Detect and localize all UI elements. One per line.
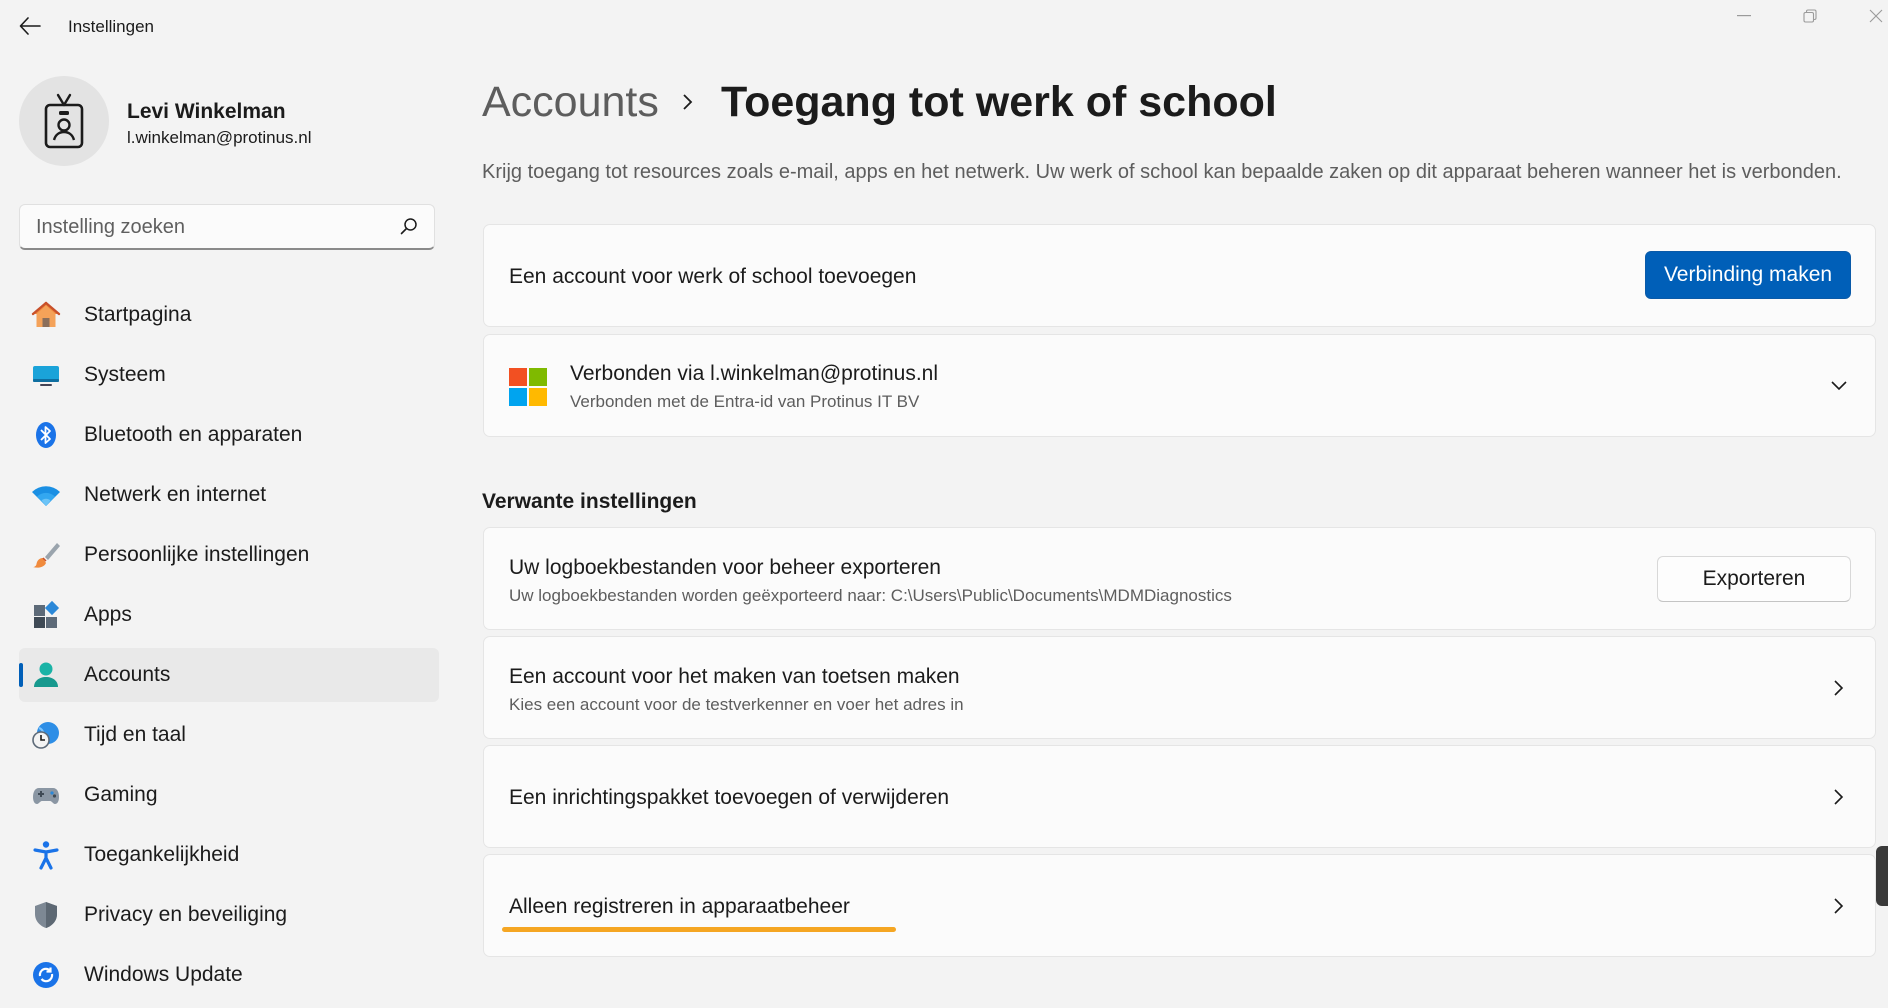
related-settings-heading: Verwante instellingen — [482, 490, 697, 513]
edge-handle — [1876, 846, 1888, 906]
provisioning-package-card[interactable]: Een inrichtingspakket toevoegen of verwi… — [483, 745, 1876, 848]
sidebar-item-label: Systeem — [84, 363, 166, 386]
arrow-left-icon — [19, 17, 41, 35]
home-icon — [31, 300, 61, 330]
sidebar-item-privacy[interactable]: Privacy en beveiliging — [19, 888, 439, 942]
sidebar-item-label: Accounts — [84, 663, 171, 686]
card-subtitle: Kies een account voor de testverkenner e… — [509, 695, 964, 714]
sidebar-nav: Startpagina Systeem Bluetooth en apparat… — [19, 288, 439, 1008]
sidebar-item-bluetooth[interactable]: Bluetooth en apparaten — [19, 408, 439, 462]
sidebar-item-label: Bluetooth en apparaten — [84, 423, 303, 446]
close-icon — [1869, 9, 1883, 23]
chevron-right-icon — [1829, 787, 1849, 807]
microsoft-logo-icon — [509, 368, 547, 406]
sidebar-item-systeem[interactable]: Systeem — [19, 348, 439, 402]
test-account-card[interactable]: Een account voor het maken van toetsen m… — [483, 636, 1876, 739]
restore-icon — [1803, 9, 1817, 23]
avatar — [19, 76, 109, 166]
sidebar-item-label: Persoonlijke instellingen — [84, 543, 310, 566]
accessibility-icon — [31, 840, 61, 870]
apps-icon — [31, 600, 61, 630]
sidebar-item-startpagina[interactable]: Startpagina — [19, 288, 439, 342]
search-icon[interactable] — [400, 217, 418, 235]
card-title: Alleen registreren in apparaatbeheer — [509, 895, 850, 918]
breadcrumb-parent[interactable]: Accounts — [482, 78, 659, 127]
wifi-icon — [31, 480, 61, 510]
user-profile[interactable]: Levi Winkelman l.winkelman@protinus.nl — [19, 76, 439, 172]
profile-name: Levi Winkelman — [127, 100, 286, 123]
sidebar-item-tijd-en-taal[interactable]: Tijd en taal — [19, 708, 439, 762]
windows-update-icon — [31, 960, 61, 990]
back-button[interactable] — [14, 10, 46, 42]
sidebar-item-label: Toegankelijkheid — [84, 843, 240, 866]
minimize-icon — [1737, 15, 1751, 17]
chevron-right-icon — [683, 94, 693, 110]
card-title: Verbonden via l.winkelman@protinus.nl — [570, 362, 939, 385]
system-icon — [31, 360, 61, 390]
card-subtitle: Uw logboekbestanden worden geëxporteerd … — [509, 586, 1232, 605]
restore-button[interactable] — [1790, 4, 1830, 28]
connect-button[interactable]: Verbinding maken — [1645, 251, 1851, 299]
sidebar-item-apps[interactable]: Apps — [19, 588, 439, 642]
card-title: Een inrichtingspakket toevoegen of verwi… — [509, 786, 950, 809]
sidebar-item-label: Netwerk en internet — [84, 483, 267, 506]
bluetooth-icon — [31, 420, 61, 450]
card-title: Een account voor werk of school toevoege… — [509, 265, 917, 288]
sidebar-item-toegankelijkheid[interactable]: Toegankelijkheid — [19, 828, 439, 882]
add-work-account-card: Een account voor werk of school toevoege… — [483, 224, 1876, 327]
chevron-down-icon[interactable] — [1829, 376, 1849, 396]
title-bar: Instellingen — [0, 0, 1888, 52]
export-button[interactable]: Exporteren — [1657, 556, 1851, 602]
sidebar-item-label: Privacy en beveiliging — [84, 903, 288, 926]
brush-icon — [31, 540, 61, 570]
sidebar-item-label: Startpagina — [84, 303, 192, 326]
highlight-underline — [502, 927, 896, 932]
gamepad-icon — [31, 780, 61, 810]
chevron-right-icon — [1829, 896, 1849, 916]
app-title: Instellingen — [68, 17, 155, 36]
sidebar-item-label: Windows Update — [84, 963, 243, 986]
export-logs-card: Uw logboekbestanden voor beheer exporter… — [483, 527, 1876, 630]
sidebar-item-label: Tijd en taal — [84, 723, 186, 746]
page-title: Toegang tot werk of school — [721, 78, 1277, 126]
id-badge-icon — [44, 93, 84, 149]
search-input[interactable] — [34, 205, 398, 249]
card-subtitle: Verbonden met de Entra-id van Protinus I… — [570, 392, 920, 411]
page-description: Krijg toegang tot resources zoals e-mail… — [482, 161, 1842, 183]
sidebar-item-windows-update[interactable]: Windows Update — [19, 948, 439, 1002]
sidebar-item-netwerk[interactable]: Netwerk en internet — [19, 468, 439, 522]
card-title: Een account voor het maken van toetsen m… — [509, 665, 960, 688]
sidebar-item-accounts[interactable]: Accounts — [19, 648, 439, 702]
sidebar-item-label: Apps — [84, 603, 132, 626]
chevron-right-icon — [1829, 678, 1849, 698]
card-title: Uw logboekbestanden voor beheer exporter… — [509, 556, 941, 579]
sidebar-item-label: Gaming — [84, 783, 158, 806]
settings-search[interactable] — [19, 204, 435, 250]
close-button[interactable] — [1856, 4, 1888, 28]
sidebar-item-gaming[interactable]: Gaming — [19, 768, 439, 822]
mdm-only-enroll-card[interactable]: Alleen registreren in apparaatbeheer — [483, 854, 1876, 957]
clock-globe-icon — [31, 720, 61, 750]
minimize-button[interactable] — [1724, 4, 1764, 28]
profile-email: l.winkelman@protinus.nl — [127, 128, 312, 147]
sidebar-item-persoonlijke-instellingen[interactable]: Persoonlijke instellingen — [19, 528, 439, 582]
shield-icon — [31, 900, 61, 930]
connected-account-card[interactable]: Verbonden via l.winkelman@protinus.nl Ve… — [483, 334, 1876, 437]
accounts-icon — [31, 660, 61, 690]
